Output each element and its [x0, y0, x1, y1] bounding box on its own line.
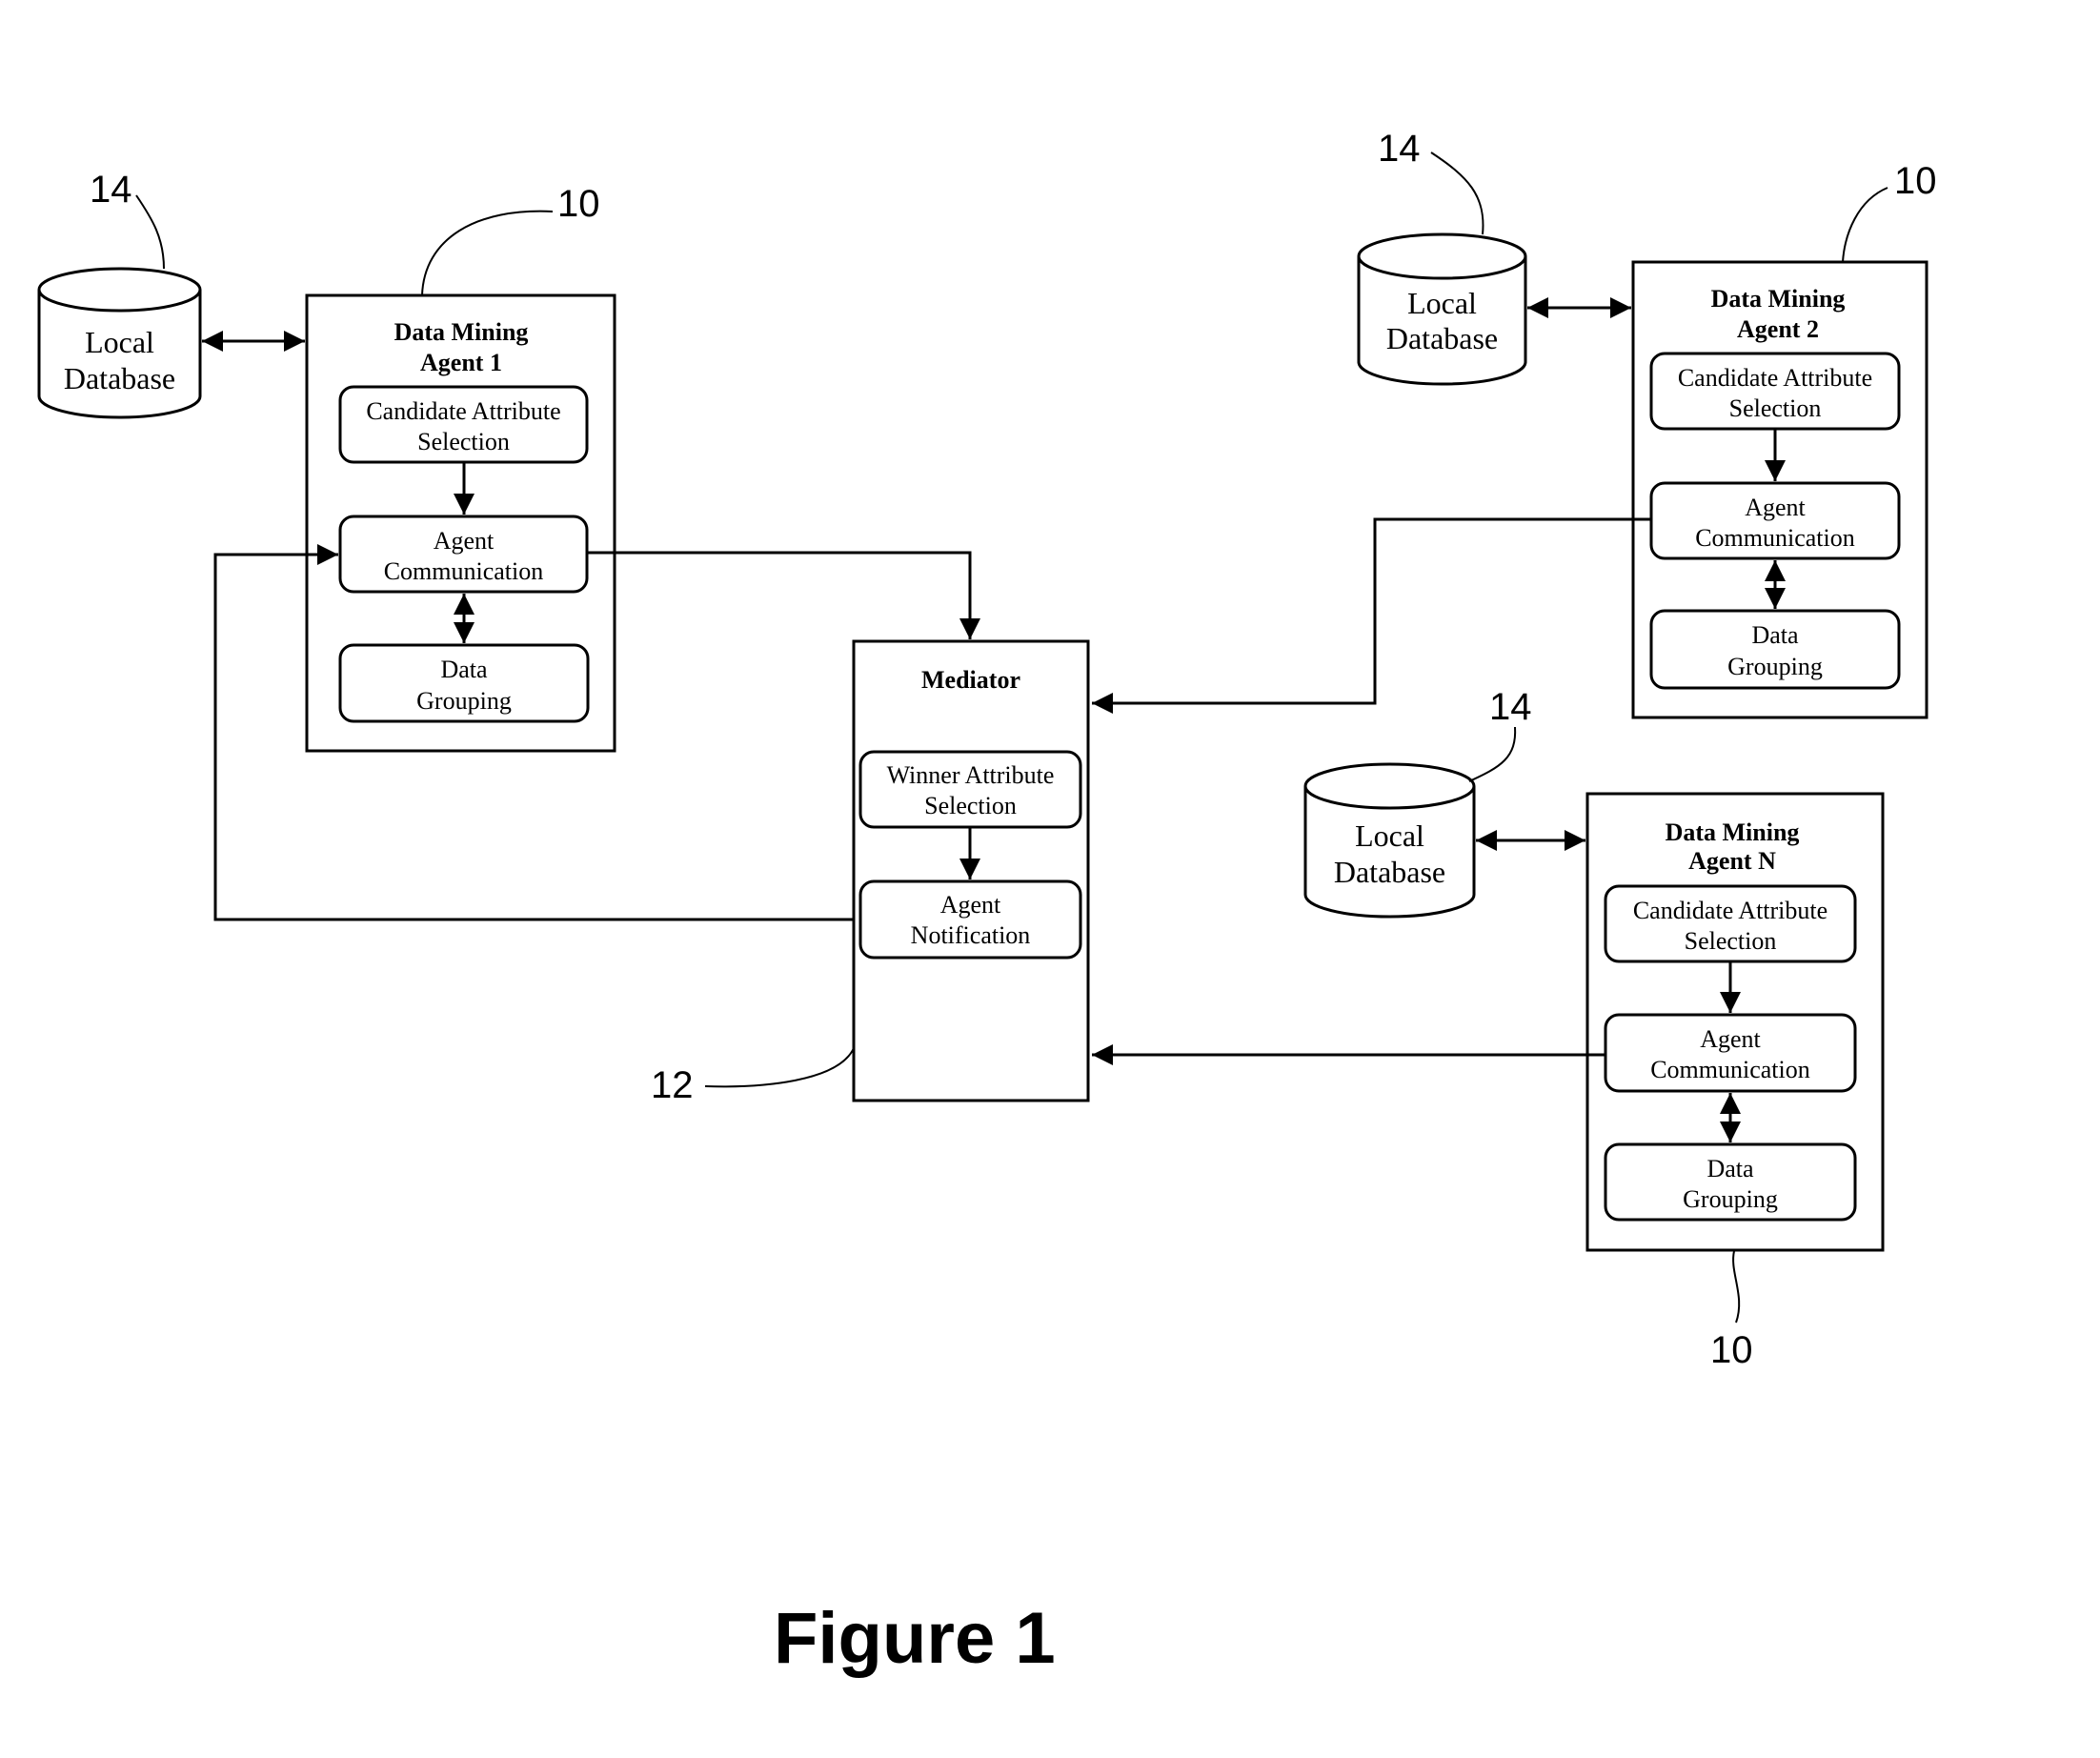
agent-2-title-line2: Agent 2	[1737, 315, 1819, 343]
module-label-line1: Agent	[1700, 1025, 1761, 1053]
module-label-line2: Selection	[1685, 927, 1777, 955]
agent-1-candidate-attribute-selection: Candidate Attribute Selection	[338, 385, 589, 464]
leader-line-agentn	[1732, 1250, 1741, 1324]
agent2-to-mediator-arrow	[1092, 517, 1651, 714]
agent-1: Data Mining Agent 1 Candidate Attribute …	[305, 293, 616, 753]
agent-n-agent-communication: Agent Communication	[1604, 1013, 1857, 1093]
module-label-line2: Communication	[1650, 1056, 1810, 1083]
module-label-line1: Data	[1706, 1155, 1754, 1182]
agent-2: Data Mining Agent 2 Candidate Attribute …	[1631, 260, 1928, 719]
ref-label-14-db2: 14	[1378, 128, 1421, 170]
ref-label-10-agent2: 10	[1894, 160, 1937, 202]
module-label-line2: Selection	[924, 792, 1017, 819]
mediator-title: Mediator	[921, 666, 1020, 694]
agent-1-title-line2: Agent 1	[420, 349, 502, 376]
ref-label-14-db1: 14	[90, 169, 132, 211]
agent-n-title-line1: Data Mining	[1666, 818, 1800, 846]
leader-line-db1	[135, 194, 165, 270]
ref-label-14-dbn: 14	[1489, 686, 1532, 728]
database-label-line1: Local	[1355, 818, 1424, 853]
mediator-winner-attribute-selection: Winner Attribute Selection	[858, 750, 1082, 829]
module-label-line1: Candidate Attribute	[1678, 364, 1872, 392]
agent1-to-mediator-arrow	[587, 551, 980, 639]
module-label-line1: Data	[1751, 621, 1799, 649]
agent-2-title-line1: Data Mining	[1711, 285, 1846, 313]
leader-line-db2	[1430, 152, 1484, 235]
agent-1-title-line1: Data Mining	[394, 318, 529, 346]
module-label-line2: Selection	[417, 428, 510, 455]
module-label-line2: Grouping	[1727, 653, 1823, 680]
database-label-line1: Local	[1407, 286, 1477, 320]
agent-n-data-grouping: Data Grouping	[1604, 1142, 1857, 1222]
module-label-line2: Communication	[384, 557, 544, 585]
agent-n-title-line2: Agent N	[1688, 847, 1776, 875]
agent-2-agent-communication: Agent Communication	[1649, 481, 1901, 560]
agent-2-data-grouping: Data Grouping	[1649, 609, 1901, 690]
database-label-line2: Database	[1334, 855, 1445, 889]
module-label-line1: Agent	[940, 891, 1001, 919]
agent-1-agent-communication: Agent Communication	[338, 515, 589, 594]
mediator: Mediator Winner Attribute Selection Agen…	[852, 639, 1090, 1102]
ref-label-10-agentn: 10	[1710, 1329, 1753, 1371]
database-label-line2: Database	[64, 361, 175, 395]
module-label-line2: Notification	[911, 921, 1031, 949]
module-label-line1: Candidate Attribute	[366, 397, 560, 425]
module-label-line2: Communication	[1695, 524, 1855, 552]
module-label-line2: Grouping	[416, 687, 512, 715]
module-label-line1: Agent	[1745, 494, 1806, 521]
mediator-agent-notification: Agent Notification	[858, 879, 1082, 960]
agent-1-data-grouping: Data Grouping	[338, 643, 590, 723]
database-label-line2: Database	[1386, 321, 1498, 355]
agent-n-candidate-attribute-selection: Candidate Attribute Selection	[1604, 884, 1857, 963]
module-label-line1: Agent	[434, 527, 495, 555]
module-label-line1: Data	[440, 656, 488, 683]
module-label-line1: Candidate Attribute	[1633, 897, 1827, 924]
figure-caption: Figure 1	[774, 1598, 1056, 1679]
database-label-line1: Local	[85, 325, 154, 359]
module-label-line2: Selection	[1729, 394, 1822, 422]
leader-line-agent2	[1842, 187, 1888, 263]
module-label-line1: Winner Attribute	[887, 761, 1055, 789]
local-database-2: Local Database	[1357, 232, 1527, 386]
leader-line-agent1	[421, 210, 554, 296]
ref-label-12-mediator: 12	[651, 1064, 694, 1106]
leader-line-mediator	[704, 1047, 855, 1088]
ref-label-10-agent1: 10	[557, 183, 600, 225]
diagram-canvas: Local Database 14 Data Mining Agent 1 Ca…	[37, 128, 1937, 1679]
local-database-1: Local Database	[37, 267, 202, 419]
module-label-line2: Grouping	[1683, 1185, 1778, 1213]
local-database-n: Local Database	[1303, 762, 1476, 919]
leader-line-dbn	[1468, 726, 1517, 782]
agent-2-candidate-attribute-selection: Candidate Attribute Selection	[1649, 352, 1901, 431]
agent-n: Data Mining Agent N Candidate Attribute …	[1585, 792, 1885, 1252]
